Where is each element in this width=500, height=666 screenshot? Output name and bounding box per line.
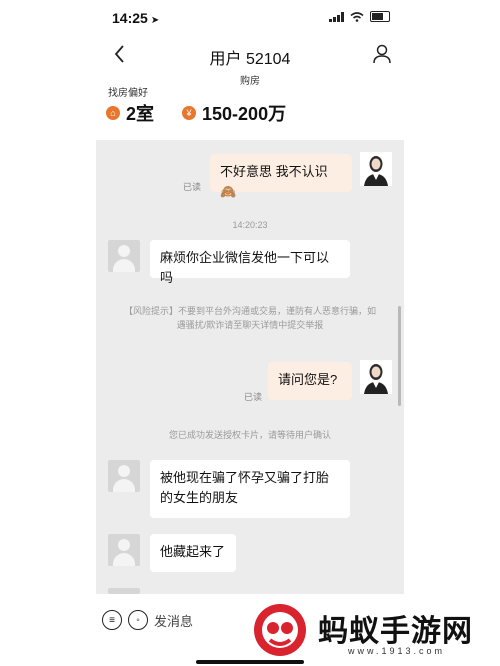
status-bar: 14:25 ➤ (0, 0, 500, 36)
page-title: 用户 52104 (209, 51, 291, 68)
message-bubble-incoming[interactable]: 麻烦你企业微信发他一下可以吗 (150, 240, 350, 285)
preference-label: 找房偏好 (108, 88, 148, 99)
status-indicators (329, 11, 390, 22)
authorization-notice: 您已成功发送授权卡片，请等待用户确认 (168, 430, 331, 440)
message-bubble-outgoing[interactable]: 请问您是? (268, 362, 352, 400)
location-arrow-icon: ➤ (150, 15, 160, 26)
voice-icon: ◦ (136, 614, 140, 626)
preference-row: ⌂ 2室 ¥ 150-200万 (106, 100, 308, 126)
chat-area[interactable] (96, 140, 404, 594)
agent-photo-icon (364, 364, 388, 394)
user-avatar[interactable] (108, 460, 140, 492)
message-bubble-outgoing[interactable]: 不好意思 我不认识🙈 (210, 154, 352, 199)
watermark-url: www.1913.com (348, 646, 446, 656)
user-avatar[interactable] (108, 240, 140, 272)
list-icon: ≡ (109, 614, 115, 626)
preference-rooms: 2室 (126, 104, 155, 124)
message-timestamp: 14:20:23 (232, 220, 268, 230)
nav-bar: 用户 52104 (0, 36, 500, 76)
wifi-icon (350, 11, 364, 22)
user-avatar (108, 588, 140, 594)
message-input[interactable]: 发消息 (154, 611, 193, 630)
message-bubble-incoming[interactable]: 被他现在骗了怀孕又骗了打胎的女生的朋友 (150, 460, 350, 518)
agent-avatar[interactable] (360, 360, 392, 394)
page-subtitle: 购房 (240, 76, 260, 87)
battery-icon (370, 11, 390, 22)
voice-input-button[interactable]: ◦ (128, 610, 148, 630)
quick-phrases-button[interactable]: ≡ (102, 610, 122, 630)
agent-photo-icon (364, 156, 388, 186)
watermark: 蚂蚁手游网 www.1913.com (252, 598, 492, 660)
user-profile-button[interactable] (370, 42, 394, 66)
ant-logo-icon (254, 604, 306, 656)
agent-avatar[interactable] (360, 152, 392, 186)
preference-budget: 150-200万 (202, 104, 287, 124)
user-icon (373, 44, 391, 64)
message-bubble-incoming[interactable]: 他藏起来了 (150, 534, 236, 572)
read-receipt: 已读 (183, 182, 202, 192)
risk-notice: 【风险提示】不要到平台外沟通或交易，谨防有人恶意行骗，如遇骚扰/欺诈请至聊天详情… (124, 306, 377, 330)
status-time: 14:25 ➤ (112, 10, 160, 26)
house-icon: ⌂ (106, 106, 120, 120)
read-receipt: 已读 (244, 392, 263, 402)
cellular-signal-icon (329, 11, 344, 22)
user-avatar[interactable] (108, 534, 140, 566)
price-tag-icon: ¥ (182, 106, 197, 120)
watermark-text: 蚂蚁手游网 (318, 615, 473, 648)
home-indicator[interactable] (196, 660, 304, 664)
